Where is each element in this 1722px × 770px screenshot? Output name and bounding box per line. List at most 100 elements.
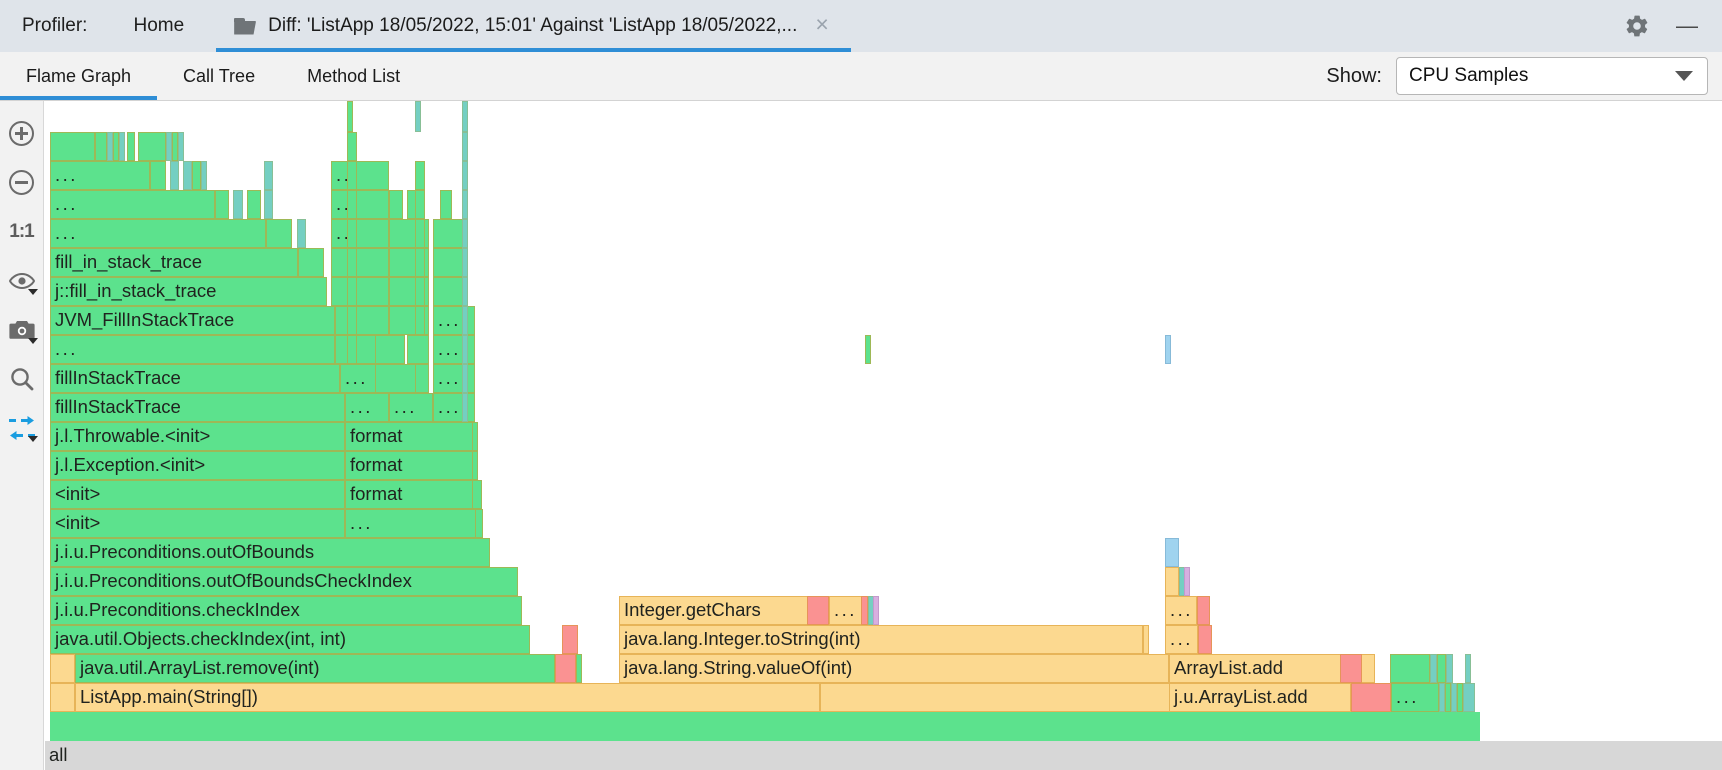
flame-frame-unlabeled[interactable] (347, 132, 357, 161)
flame-frame-unlabeled[interactable] (415, 190, 425, 219)
flame-frame-unlabeled[interactable] (415, 219, 425, 248)
flame-frame[interactable]: j.l.Exception.<init> (50, 451, 345, 480)
flame-frame-unlabeled[interactable] (138, 132, 166, 161)
flame-frame-unlabeled[interactable] (433, 277, 463, 306)
flame-frame[interactable]: format (345, 451, 475, 480)
flame-frame[interactable]: ... (331, 219, 389, 248)
flame-frame-unlabeled[interactable] (298, 248, 324, 277)
flame-graph-canvas[interactable]: ..................fill_in_stack_tracej::… (45, 101, 1722, 770)
flame-frame-unlabeled[interactable] (335, 306, 389, 335)
flame-frame-unlabeled[interactable] (576, 654, 582, 683)
flame-frame-unlabeled[interactable] (347, 219, 357, 248)
flame-frame-unlabeled[interactable] (415, 277, 425, 306)
flame-frame-unlabeled[interactable] (873, 596, 879, 625)
flame-frame-unlabeled[interactable] (440, 190, 452, 219)
tab-method-list[interactable]: Method List (281, 52, 426, 100)
flame-frame[interactable]: ... (331, 190, 389, 219)
flame-frame[interactable]: ... (50, 161, 150, 190)
flame-spike[interactable] (347, 101, 353, 132)
flame-frame-unlabeled[interactable] (119, 132, 125, 161)
flame-frame-unlabeled[interactable] (462, 132, 468, 161)
close-icon[interactable]: × (809, 13, 834, 39)
flame-frame-unlabeled[interactable] (415, 161, 425, 190)
flame-frame[interactable]: ... (433, 364, 475, 393)
flame-frame[interactable]: fillInStackTrace (50, 364, 340, 393)
flame-frame-unlabeled[interactable] (462, 190, 468, 219)
flame-frame-unlabeled[interactable] (820, 683, 1170, 712)
flame-frame-unlabeled[interactable] (462, 335, 468, 364)
flame-frame-unlabeled[interactable] (407, 335, 429, 364)
flame-frame-unlabeled[interactable] (562, 625, 578, 654)
flame-frame[interactable]: ListApp.main(String[]) (75, 683, 820, 712)
flame-frame-unlabeled[interactable] (1446, 654, 1453, 683)
gear-icon[interactable] (1616, 5, 1658, 47)
flame-frame[interactable]: ... (50, 219, 266, 248)
flame-frame[interactable]: <init> (50, 480, 345, 509)
collapse-frames-icon[interactable] (0, 403, 44, 452)
flame-frame-unlabeled[interactable] (347, 335, 357, 364)
flame-frame-unlabeled[interactable] (297, 219, 306, 248)
flame-frame-unlabeled[interactable] (807, 596, 829, 625)
flame-frame[interactable]: j.i.u.Preconditions.outOfBounds (50, 538, 490, 567)
flame-frame-unlabeled[interactable] (50, 683, 75, 712)
zoom-in-icon[interactable] (0, 109, 44, 158)
flame-frame-unlabeled[interactable] (475, 509, 483, 538)
flame-frame-unlabeled[interactable] (1340, 654, 1362, 683)
visibility-icon[interactable] (0, 256, 44, 305)
flame-frame[interactable]: fill_in_stack_trace (50, 248, 298, 277)
flame-frame-unlabeled[interactable] (50, 132, 95, 161)
home-tab[interactable]: Home (87, 0, 206, 52)
flame-frame-unlabeled[interactable] (462, 161, 468, 190)
show-select[interactable]: CPU Samples (1396, 57, 1708, 95)
flame-frame-unlabeled[interactable] (1465, 654, 1471, 683)
flame-frame-unlabeled[interactable] (1184, 567, 1190, 596)
flame-frame-unlabeled[interactable] (331, 248, 389, 277)
diff-tab[interactable]: Diff: 'ListApp 18/05/2022, 15:01' Agains… (216, 0, 851, 52)
flame-frame-unlabeled[interactable] (233, 190, 243, 219)
flame-frame-unlabeled[interactable] (472, 451, 478, 480)
flame-frame-unlabeled[interactable] (1390, 654, 1430, 683)
flame-frame-unlabeled[interactable] (433, 219, 463, 248)
flame-frame[interactable]: ... (433, 393, 475, 422)
flame-frame-unlabeled[interactable] (50, 654, 75, 683)
flame-frame[interactable]: ... (1165, 596, 1197, 625)
flame-frame-unlabeled[interactable] (462, 306, 468, 335)
flame-frame[interactable]: ... (433, 306, 475, 335)
flame-frame[interactable]: all (45, 741, 1722, 770)
flame-frame-unlabeled[interactable] (462, 219, 468, 248)
flame-frame[interactable]: <init> (50, 509, 345, 538)
flame-frame-unlabeled[interactable] (247, 190, 261, 219)
flame-frame[interactable]: fillInStackTrace (50, 393, 345, 422)
flame-frame-unlabeled[interactable] (264, 190, 273, 219)
flame-frame[interactable]: j::fill_in_stack_trace (50, 277, 327, 306)
flame-spike[interactable] (415, 101, 421, 132)
flame-frame[interactable]: j.l.Throwable.<init> (50, 422, 345, 451)
flame-frame[interactable]: ... (345, 393, 389, 422)
flame-frame-unlabeled[interactable] (183, 161, 192, 190)
flame-frame-unlabeled[interactable] (472, 480, 482, 509)
flame-frame-unlabeled[interactable] (1197, 596, 1210, 625)
flame-frame-unlabeled[interactable] (861, 596, 868, 625)
flame-frame-unlabeled[interactable] (462, 248, 468, 277)
flame-frame-unlabeled[interactable] (50, 712, 1480, 741)
flame-frame[interactable]: Integer.getChars (619, 596, 817, 625)
tab-flame-graph[interactable]: Flame Graph (0, 52, 158, 100)
flame-frame[interactable]: j.u.ArrayList.add (1169, 683, 1351, 712)
flame-frame-unlabeled[interactable] (462, 277, 468, 306)
flame-frame-unlabeled[interactable] (1351, 683, 1391, 712)
flame-frame[interactable]: ... (433, 335, 475, 364)
flame-frame-unlabeled[interactable] (415, 248, 425, 277)
flame-frame-unlabeled[interactable] (472, 422, 478, 451)
flame-frame-unlabeled[interactable] (192, 161, 201, 190)
search-icon[interactable] (0, 354, 44, 403)
snapshot-icon[interactable] (0, 305, 44, 354)
flame-frame[interactable]: ... (345, 509, 480, 538)
flame-frame[interactable]: JVM_FillInStackTrace (50, 306, 335, 335)
flame-frame-unlabeled[interactable] (1437, 654, 1446, 683)
flame-frame[interactable]: ... (50, 335, 335, 364)
flame-frame[interactable]: java.util.ArrayList.remove(int) (75, 654, 555, 683)
flame-frame[interactable]: ... (331, 161, 389, 190)
flame-frame[interactable]: java.util.Objects.checkIndex(int, int) (50, 625, 530, 654)
flame-frame-unlabeled[interactable] (347, 161, 357, 190)
flame-frame-unlabeled[interactable] (170, 161, 179, 190)
